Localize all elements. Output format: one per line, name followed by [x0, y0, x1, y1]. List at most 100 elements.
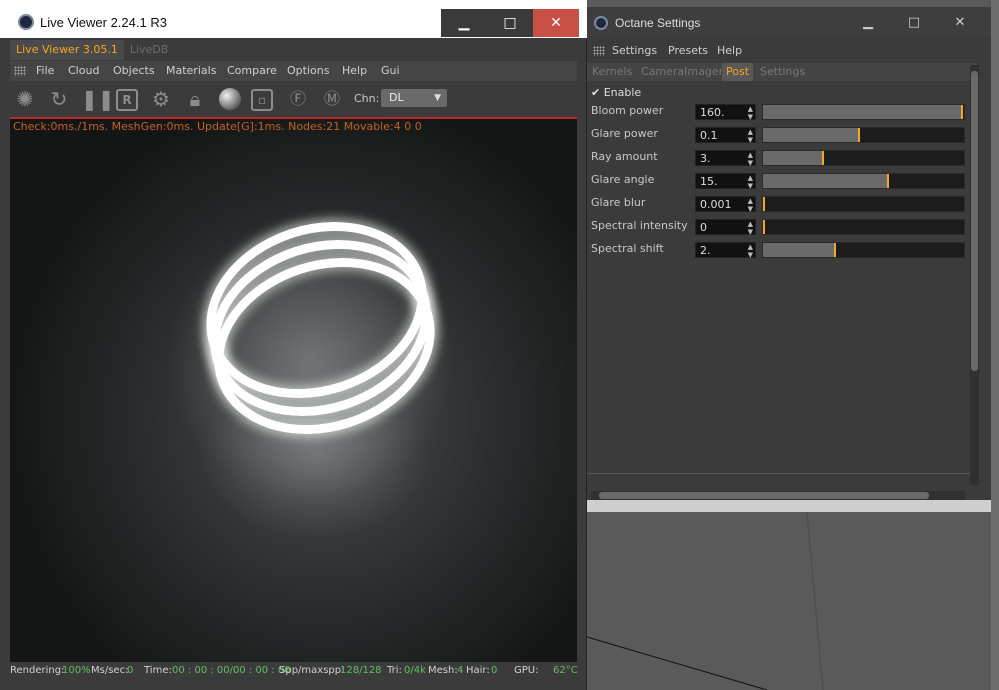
scrollbar-thumb[interactable]	[599, 492, 929, 499]
menu-options[interactable]: Options	[287, 64, 329, 77]
spinner-arrows-icon[interactable]: ▲ ▼	[748, 174, 753, 190]
octane-settings-window: Octane Settings ▁ □ ✕ Settings Presets H…	[587, 7, 991, 512]
param-number-field[interactable]: 3. ▲ ▼	[695, 150, 756, 167]
param-value: 0	[700, 221, 707, 234]
spinner-arrows-icon[interactable]: ▲ ▼	[748, 105, 753, 121]
tab-settings[interactable]: Settings	[760, 65, 805, 78]
octane-settings-menubar: Settings Presets Help	[587, 41, 991, 61]
spinner-arrows-icon[interactable]: ▲ ▼	[748, 128, 753, 144]
param-number-field[interactable]: 0 ▲ ▼	[695, 219, 756, 236]
maximize-button[interactable]: □	[891, 8, 937, 38]
menu-presets[interactable]: Presets	[668, 44, 708, 57]
r-icon[interactable]: R	[116, 89, 138, 111]
status-tri-value: 0/4k	[404, 665, 426, 676]
live-viewer-tabs: Live Viewer 3.05.1 LiveDB	[10, 40, 174, 60]
checkmark-icon: ✔	[591, 86, 601, 99]
param-number-field[interactable]: 2. ▲ ▼	[695, 242, 756, 259]
spinner-arrows-icon[interactable]: ▲ ▼	[748, 220, 753, 236]
horizontal-scrollbar[interactable]	[591, 491, 965, 500]
param-number-field[interactable]: 15. ▲ ▼	[695, 173, 756, 190]
grip-icon[interactable]	[593, 46, 605, 56]
tab-post[interactable]: Post	[722, 63, 754, 81]
menu-help[interactable]: Help	[717, 44, 742, 57]
minimize-button[interactable]: ▁	[845, 8, 891, 38]
close-button[interactable]: ✕	[533, 9, 579, 37]
gear-icon[interactable]: ⚙	[148, 86, 174, 112]
grip-icon[interactable]	[14, 66, 26, 76]
enable-checkbox[interactable]: ✔ Enable	[591, 86, 641, 99]
spinner-arrows-icon[interactable]: ▲ ▼	[748, 151, 753, 167]
octane-logo-icon[interactable]: ✺	[12, 86, 38, 112]
status-mssec-label: Ms/sec:	[91, 665, 129, 676]
status-hair-label: Hair:	[466, 665, 490, 676]
param-slider[interactable]	[762, 104, 965, 120]
param-label: Glare power	[591, 127, 658, 140]
param-value: 0.001	[700, 198, 732, 211]
slider-fill	[763, 243, 835, 257]
background-panel-edge	[991, 0, 999, 690]
menu-settings[interactable]: Settings	[612, 44, 657, 57]
param-value: 160.	[700, 106, 725, 119]
cinema4d-app-icon	[594, 16, 608, 30]
param-label: Spectral intensity	[591, 219, 688, 232]
slider-handle[interactable]	[961, 105, 963, 119]
param-slider[interactable]	[762, 173, 965, 189]
menu-gui[interactable]: Gui	[381, 64, 400, 77]
minimize-icon: ▁	[863, 15, 873, 30]
tab-livedb[interactable]: LiveDB	[124, 40, 174, 60]
spinner-arrows-icon[interactable]: ▲ ▼	[748, 197, 753, 213]
minimize-button[interactable]: ▁	[441, 9, 487, 37]
menu-file[interactable]: File	[36, 64, 54, 77]
pause-icon[interactable]: ❚❚	[81, 86, 115, 112]
material-pick-icon[interactable]: Ⓜ	[319, 86, 345, 112]
live-viewer-titlebar[interactable]: Live Viewer 2.24.1 R3 ▁ □ ✕	[0, 0, 587, 38]
maximize-button[interactable]: □	[487, 9, 533, 37]
octane-settings-tabs: Kernels CameraImager Post Settings	[587, 63, 977, 81]
panel-divider	[587, 473, 979, 474]
slider-fill	[763, 128, 859, 142]
slider-handle[interactable]	[833, 243, 836, 257]
vertical-scrollbar[interactable]	[970, 65, 979, 485]
close-icon: ✕	[954, 15, 966, 30]
tab-cameraimager[interactable]: CameraImager	[641, 65, 723, 78]
slider-handle[interactable]	[857, 128, 860, 142]
param-slider[interactable]	[762, 242, 965, 258]
param-slider[interactable]	[762, 219, 965, 235]
octane-settings-titlebar[interactable]: Octane Settings ▁ □ ✕	[587, 7, 991, 38]
param-number-field[interactable]: 160. ▲ ▼	[695, 104, 756, 121]
param-slider[interactable]	[762, 150, 965, 166]
tab-kernels[interactable]: Kernels	[592, 65, 632, 78]
slider-handle[interactable]	[763, 220, 765, 234]
close-button[interactable]: ✕	[937, 8, 983, 38]
param-label: Ray amount	[591, 150, 658, 163]
status-tri-label: Tri:	[387, 665, 402, 676]
tab-live-viewer[interactable]: Live Viewer 3.05.1	[10, 40, 124, 60]
focus-pick-icon[interactable]: Ⓕ	[285, 86, 311, 112]
menu-cloud[interactable]: Cloud	[68, 64, 99, 77]
region-icon[interactable]: ▫	[251, 89, 273, 111]
menu-help[interactable]: Help	[342, 64, 367, 77]
post-settings-panel: ✔ Enable Bloom power 160. ▲ ▼ Glare power …	[587, 83, 970, 473]
param-number-field[interactable]: 0.1 ▲ ▼	[695, 127, 756, 144]
slider-handle[interactable]	[763, 197, 765, 211]
lock-icon[interactable]: 🔒︎	[182, 86, 208, 112]
channel-select[interactable]: DL ▼	[381, 89, 447, 107]
window-bottom-border	[587, 500, 991, 512]
scrollbar-thumb[interactable]	[971, 71, 978, 371]
render-viewport[interactable]: Check:0ms./1ms. MeshGen:0ms. Update[G]:1…	[10, 119, 577, 662]
refresh-icon[interactable]: ↻	[46, 86, 72, 112]
status-mesh-label: Mesh:	[428, 665, 458, 676]
background-viewport	[587, 512, 824, 690]
slider-handle[interactable]	[821, 151, 824, 165]
menu-compare[interactable]: Compare	[227, 64, 277, 77]
param-slider[interactable]	[762, 127, 965, 143]
slider-handle[interactable]	[887, 174, 890, 188]
param-slider[interactable]	[762, 196, 965, 212]
param-number-field[interactable]: 0.001 ▲ ▼	[695, 196, 756, 213]
material-sphere-icon[interactable]	[219, 88, 241, 110]
menu-objects[interactable]: Objects	[113, 64, 155, 77]
spinner-arrows-icon[interactable]: ▲ ▼	[748, 243, 753, 259]
param-label: Glare blur	[591, 196, 646, 209]
menu-materials[interactable]: Materials	[166, 64, 216, 77]
live-viewer-menubar: File Cloud Objects Materials Compare Opt…	[10, 61, 577, 81]
